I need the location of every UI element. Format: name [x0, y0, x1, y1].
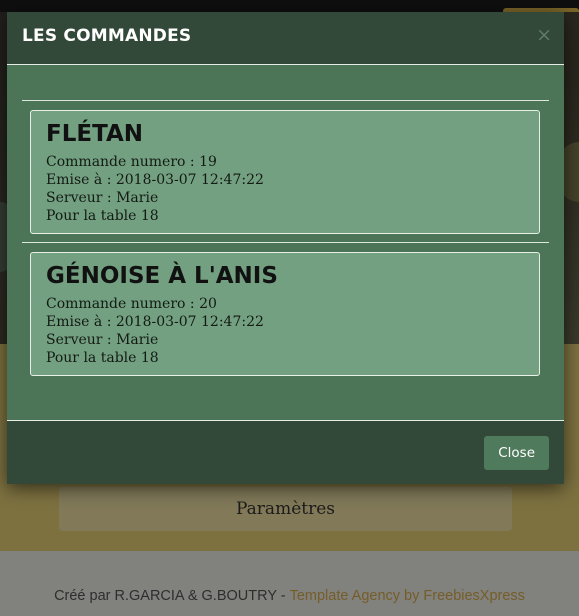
modal-header: LES COMMANDES × — [7, 12, 564, 65]
order-number: Commande numero : 19 — [46, 154, 217, 170]
divider — [22, 100, 549, 101]
order-table: Pour la table 18 — [46, 350, 159, 366]
order-timestamp: Emise à : 2018-03-07 12:47:22 — [46, 172, 264, 188]
order-dish-name: GÉNOISE À L'ANIS — [46, 263, 278, 289]
order-card: FLÉTAN Commande numero : 19 Emise à : 20… — [30, 110, 540, 234]
order-timestamp: Emise à : 2018-03-07 12:47:22 — [46, 314, 264, 330]
order-card: GÉNOISE À L'ANIS Commande numero : 20 Em… — [30, 252, 540, 376]
close-button[interactable]: Close — [484, 436, 549, 470]
orders-modal: LES COMMANDES × FLÉTAN Commande numero :… — [7, 12, 564, 484]
order-waiter: Serveur : Marie — [46, 332, 159, 348]
divider — [22, 242, 549, 243]
modal-body: FLÉTAN Commande numero : 19 Emise à : 20… — [7, 65, 564, 420]
order-table: Pour la table 18 — [46, 208, 159, 224]
order-dish-name: FLÉTAN — [46, 121, 144, 147]
modal-footer: Close — [7, 420, 564, 484]
order-waiter: Serveur : Marie — [46, 190, 159, 206]
close-icon[interactable]: × — [536, 24, 552, 46]
order-number: Commande numero : 20 — [46, 296, 217, 312]
modal-title: LES COMMANDES — [22, 26, 192, 46]
